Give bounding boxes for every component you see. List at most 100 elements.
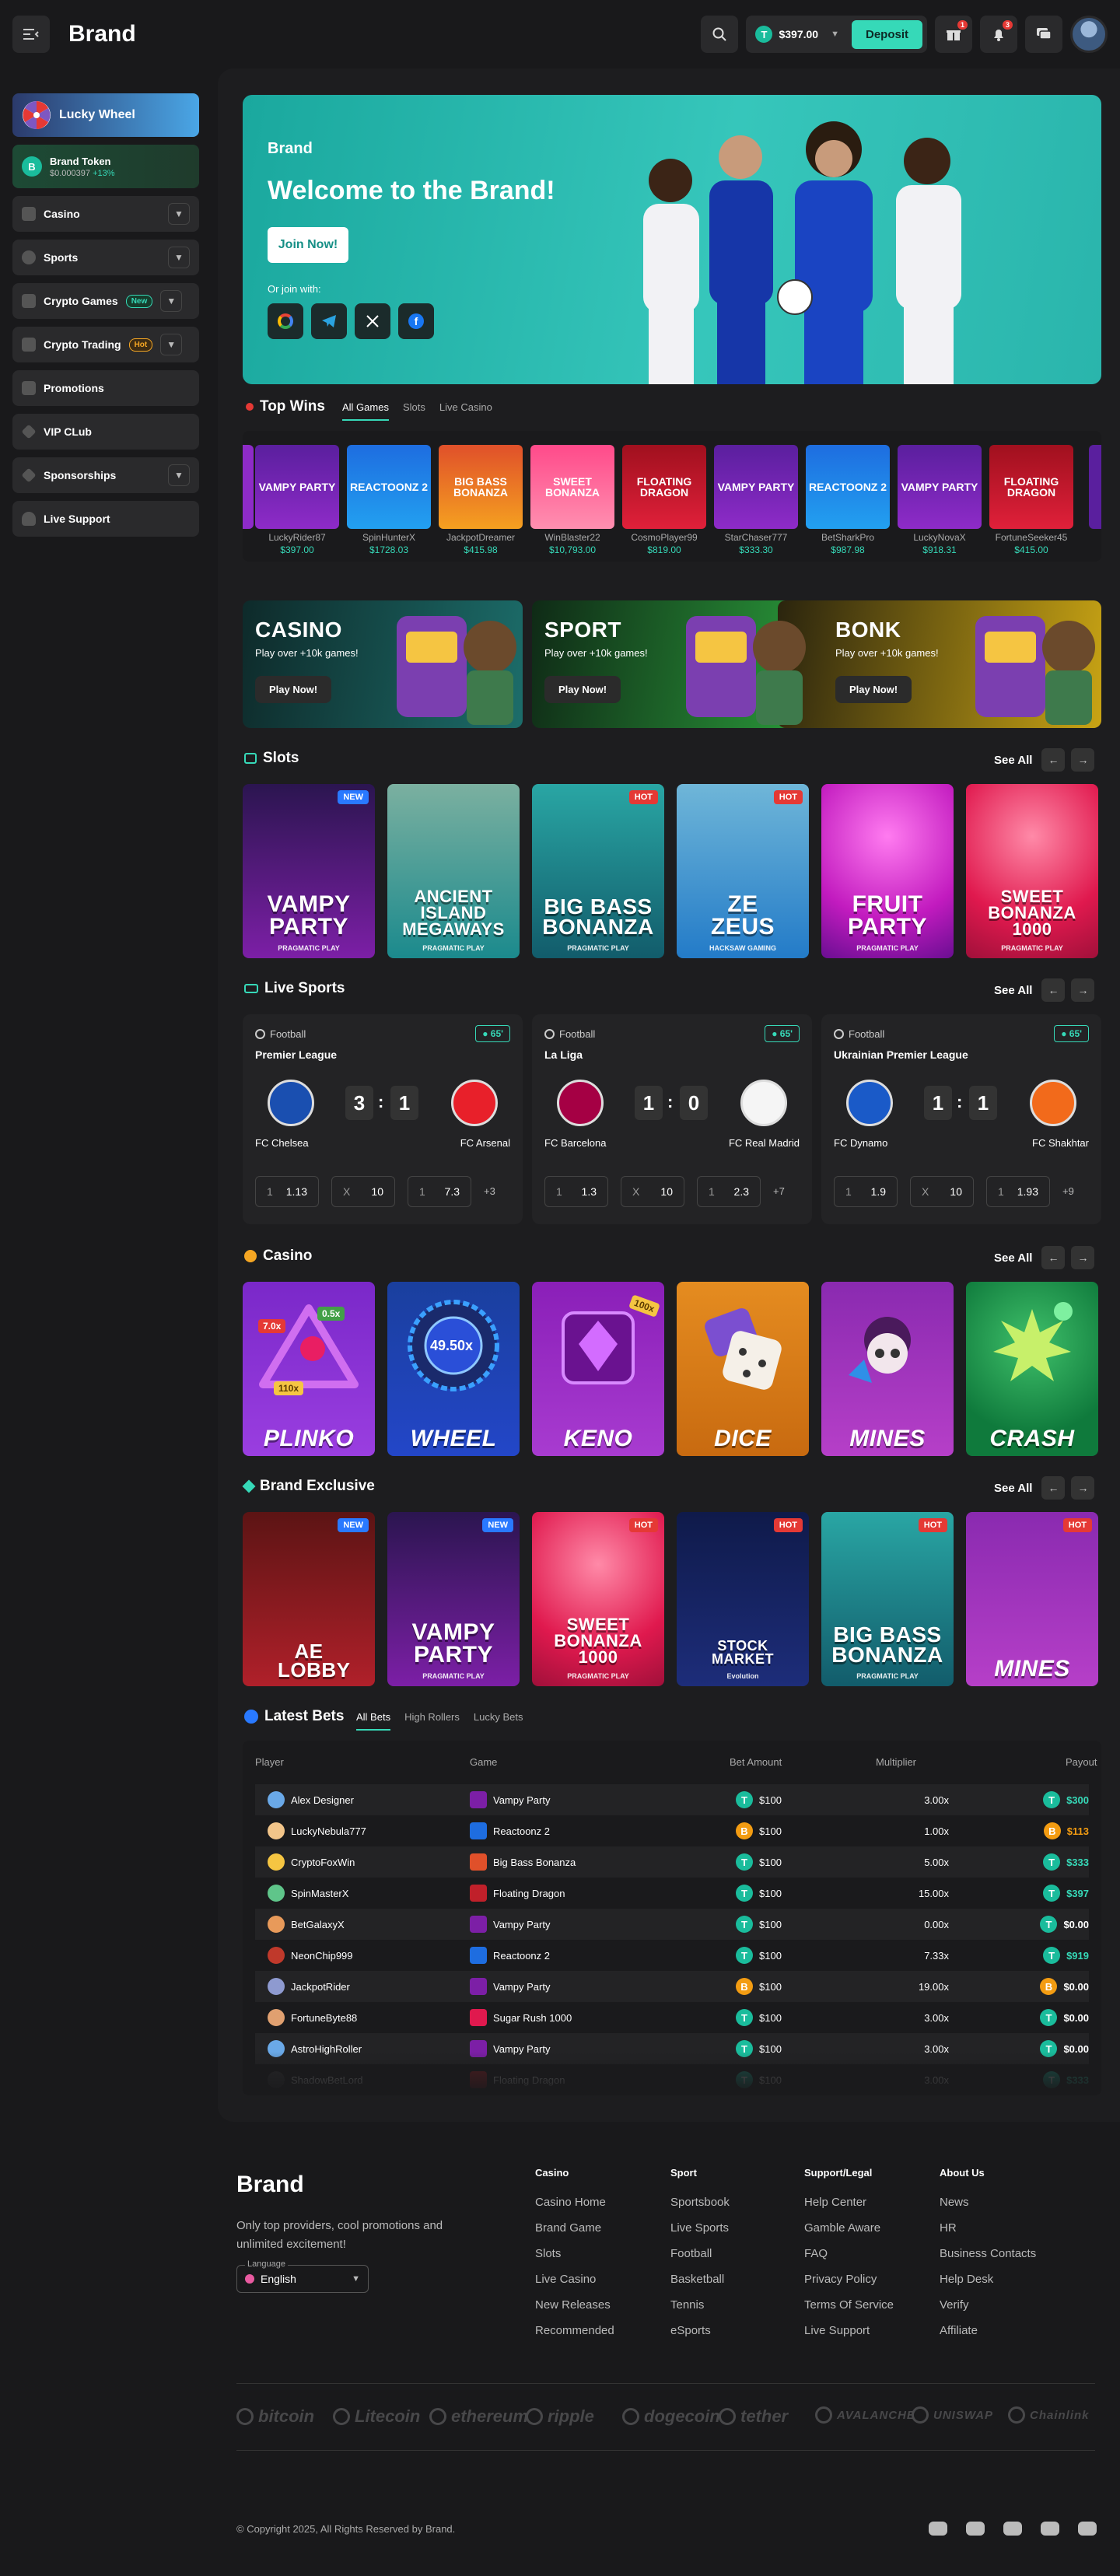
menu-toggle-button[interactable] [12,16,50,53]
player-name[interactable]: JackpotRider [291,1981,350,1993]
footer-link[interactable]: Help Desk [940,2273,1036,2286]
game-card-ancient-island[interactable]: ANCIENT ISLAND MEGAWAYS PRAGMATIC PLAY [387,784,520,958]
partial-game-thumb[interactable] [1089,445,1101,529]
search-button[interactable] [701,16,739,53]
game-card-big-bass-bonanza[interactable]: HOT BIG BASS BONANZA PRAGMATIC PLAY [532,784,664,958]
tab-all-games[interactable]: All Games [342,401,389,421]
game-card-sweet-bonanza-1000[interactable]: HOT SWEET BONANZA 1000 PRAGMATIC PLAY [532,1512,664,1686]
match-card[interactable]: Football ● 65' Premier League 3 : 1 FC C… [243,1014,523,1224]
game-card-mines[interactable]: HOT MINES [966,1512,1098,1686]
top-win-game-thumb[interactable]: FLOATING DRAGON [622,445,706,529]
footer-link[interactable]: Verify [940,2298,1036,2312]
chevron-down-icon[interactable]: ▼ [160,334,183,355]
game-card-vampy-party[interactable]: NEW VAMPY PARTY PRAGMATIC PLAY [387,1512,520,1686]
game-name[interactable]: Reactoonz 2 [493,1825,550,1837]
odd-draw[interactable]: X 10 [331,1176,395,1207]
odd-away[interactable]: 1 2.3 [697,1176,761,1207]
chevron-down-icon[interactable]: ▼ [168,203,190,225]
play-now-button[interactable]: Play Now! [835,676,912,703]
game-card-stock-market[interactable]: HOT STOCK MARKET Evolution [677,1512,809,1686]
play-now-button[interactable]: Play Now! [255,676,332,703]
odd-away[interactable]: 1 7.3 [408,1176,471,1207]
footer-link[interactable]: Sportsbook [670,2196,730,2209]
game-card-crash[interactable]: CRASH [966,1282,1098,1456]
player-name[interactable]: BetGalaxyX [291,1919,345,1930]
footer-link[interactable]: Affiliate [940,2324,1036,2337]
top-win-game-thumb[interactable]: FLOATING DRAGON [989,445,1073,529]
arrow-left-icon[interactable]: ← [1041,978,1066,1002]
top-win-game-thumb[interactable]: VAMPY PARTY [255,445,339,529]
x-login-button[interactable] [355,303,390,339]
more-markets[interactable]: +7 [773,1185,785,1197]
deposit-button[interactable]: Deposit [851,19,922,49]
see-all-link[interactable]: See All [994,984,1032,997]
arrow-right-icon[interactable]: → [1071,748,1095,772]
odd-draw[interactable]: X 10 [910,1176,974,1207]
tab-live-casino[interactable]: Live Casino [439,401,492,421]
player-name[interactable]: LuckyNebula777 [291,1825,366,1837]
footer-link[interactable]: Gamble Aware [804,2221,894,2235]
sidebar-item-casino[interactable]: Casino ▼ [12,196,199,232]
game-card-plinko[interactable]: 7.0x 0.5x 110x PLINKO [243,1282,375,1456]
footer-link[interactable]: Live Sports [670,2221,730,2235]
footer-link[interactable]: Recommended [535,2324,614,2337]
game-name[interactable]: Vampy Party [493,1981,550,1993]
footer-link[interactable]: Privacy Policy [804,2273,894,2286]
chevron-down-icon[interactable]: ▼ [168,464,190,486]
sidebar-item-vip-club[interactable]: VIP CLub [12,414,199,450]
arrow-right-icon[interactable]: → [1071,1476,1095,1500]
game-name[interactable]: Reactoonz 2 [493,1950,550,1962]
footer-link[interactable]: Casino Home [535,2196,614,2209]
discord-icon[interactable] [929,2522,947,2536]
sidebar-item-crypto-trading[interactable]: Crypto Trading Hot ▼ [12,327,199,362]
footer-link[interactable]: Business Contacts [940,2247,1036,2260]
game-name[interactable]: Sugar Rush 1000 [493,2012,572,2024]
telegram-login-button[interactable] [311,303,347,339]
arrow-left-icon[interactable]: ← [1041,1246,1066,1269]
match-card[interactable]: Football ● 65' Ukrainian Premier League … [821,1014,1101,1224]
discord-icon[interactable] [966,2522,985,2536]
more-markets[interactable]: +9 [1062,1185,1074,1197]
sidebar-item-live-support[interactable]: Live Support [12,501,199,537]
footer-link[interactable]: HR [940,2221,1036,2235]
sidebar-lucky-wheel[interactable]: Lucky Wheel [12,93,199,137]
game-card-ze-zeus[interactable]: HOT ZE ZEUS HACKSAW GAMING [677,784,809,958]
chat-button[interactable] [1025,16,1062,53]
player-name[interactable]: FortuneByte88 [291,2012,357,2024]
google-login-button[interactable] [268,303,303,339]
language-selector[interactable]: Language English ▼ [236,2259,369,2293]
game-card-fruit-party[interactable]: FRUIT PARTY PRAGMATIC PLAY [821,784,954,958]
footer-link[interactable]: Football [670,2247,730,2260]
sidebar-item-crypto-games[interactable]: Crypto Games New ▼ [12,283,199,319]
footer-link[interactable]: Tennis [670,2298,730,2312]
game-card-dice[interactable]: DICE [677,1282,809,1456]
footer-link[interactable]: News [940,2196,1036,2209]
footer-link[interactable]: Live Casino [535,2273,614,2286]
game-name[interactable]: Vampy Party [493,1794,550,1806]
discord-icon[interactable] [1041,2522,1059,2536]
play-now-button[interactable]: Play Now! [544,676,621,703]
footer-link[interactable]: eSports [670,2324,730,2337]
game-card-wheel[interactable]: 49.50x WHEEL [387,1282,520,1456]
game-card-vampy-party[interactable]: NEW VAMPY PARTY PRAGMATIC PLAY [243,784,375,958]
odd-draw[interactable]: X 10 [621,1176,684,1207]
top-win-game-thumb[interactable]: VAMPY PARTY [898,445,982,529]
game-card-sweet-bonanza-1000[interactable]: SWEET BONANZA 1000 PRAGMATIC PLAY [966,784,1098,958]
game-card-mines[interactable]: MINES [821,1282,954,1456]
discord-icon[interactable] [1078,2522,1097,2536]
chevron-down-icon[interactable]: ▼ [160,290,183,312]
see-all-link[interactable]: See All [994,1482,1032,1495]
partial-game-thumb[interactable] [243,445,254,529]
player-name[interactable]: CryptoFoxWin [291,1857,355,1868]
tab-high-rollers[interactable]: High Rollers [404,1711,460,1731]
tab-lucky-bets[interactable]: Lucky Bets [474,1711,523,1731]
arrow-left-icon[interactable]: ← [1041,1476,1066,1500]
arrow-right-icon[interactable]: → [1071,1246,1095,1269]
game-name[interactable]: Floating Dragon [493,1888,565,1899]
top-win-game-thumb[interactable]: BIG BASS BONANZA [439,445,523,529]
facebook-login-button[interactable]: f [398,303,434,339]
sidebar-item-sponsorships[interactable]: Sponsorships ▼ [12,457,199,493]
top-win-game-thumb[interactable]: SWEET BONANZA [530,445,614,529]
top-win-game-thumb[interactable]: VAMPY PARTY [714,445,798,529]
game-name[interactable]: Big Bass Bonanza [493,1857,576,1868]
